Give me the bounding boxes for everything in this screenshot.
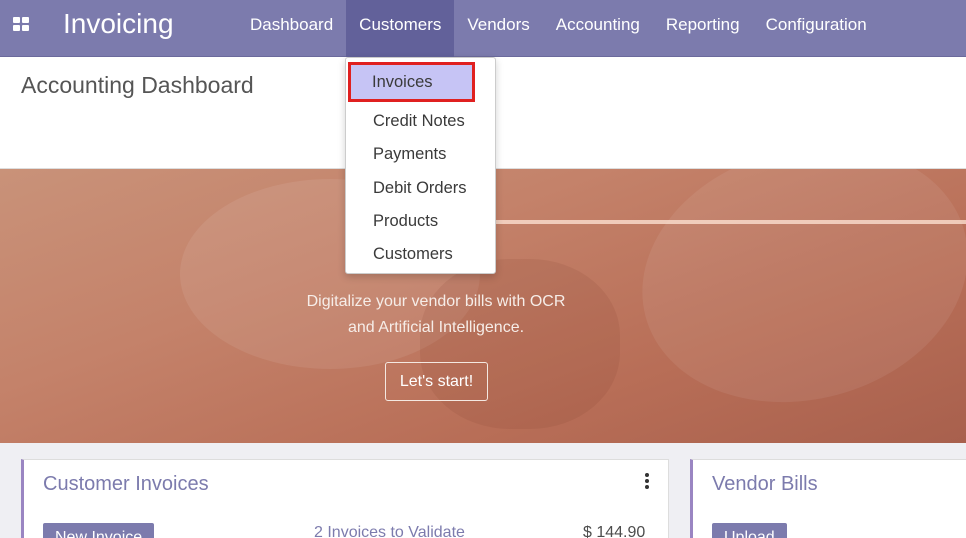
app-brand[interactable]: Invoicing [63, 8, 174, 40]
page-title: Accounting Dashboard [21, 72, 254, 98]
menu-accounting[interactable]: Accounting [543, 0, 653, 57]
invoices-to-validate-link[interactable]: 2 Invoices to Validate [314, 524, 465, 538]
new-invoice-button[interactable]: New Invoice [43, 523, 155, 538]
menu-reporting[interactable]: Reporting [653, 0, 753, 57]
dropdown-item-customers[interactable]: Customers [346, 234, 495, 267]
kebab-menu-icon[interactable] [644, 473, 650, 489]
menu-vendors[interactable]: Vendors [454, 0, 542, 57]
banner-stripe [480, 220, 966, 224]
dropdown-item-debit-orders[interactable]: Debit Orders [346, 168, 495, 201]
lets-start-button[interactable]: Let's start! [385, 362, 488, 401]
banner-decoration [613, 169, 966, 438]
banner-text-line1: Digitalize your vendor bills with OCR [306, 293, 566, 310]
vendor-bills-title[interactable]: Vendor Bills [712, 473, 818, 496]
dropdown-item-products[interactable]: Products [346, 201, 495, 234]
dropdown-item-invoices[interactable]: Invoices [348, 62, 475, 102]
banner-text: Digitalize your vendor bills with OCR an… [258, 289, 614, 341]
top-navbar: Invoicing Dashboard Customers Vendors Ac… [0, 0, 966, 57]
dropdown-item-payments[interactable]: Payments [346, 134, 495, 167]
banner-text-line2: and Artificial Intelligence. [347, 319, 525, 336]
menu-configuration[interactable]: Configuration [753, 0, 880, 57]
banner-decoration [420, 259, 620, 429]
customer-invoices-card: Customer Invoices New Invoice 2 Invoices… [21, 459, 669, 538]
apps-menu-icon[interactable] [13, 17, 29, 31]
dropdown-item-credit-notes[interactable]: Credit Notes [346, 101, 495, 134]
upload-button[interactable]: Upload [712, 523, 787, 538]
customer-invoices-title[interactable]: Customer Invoices [43, 473, 209, 496]
main-menu: Dashboard Customers Vendors Accounting R… [237, 0, 880, 57]
vendor-bills-card: Vendor Bills Upload [690, 459, 966, 538]
invoices-to-validate-amount: $ 144.90 [583, 524, 646, 538]
customers-dropdown: Invoices Credit Notes Payments Debit Ord… [345, 57, 496, 274]
menu-customers[interactable]: Customers [346, 0, 455, 57]
menu-dashboard[interactable]: Dashboard [237, 0, 346, 57]
